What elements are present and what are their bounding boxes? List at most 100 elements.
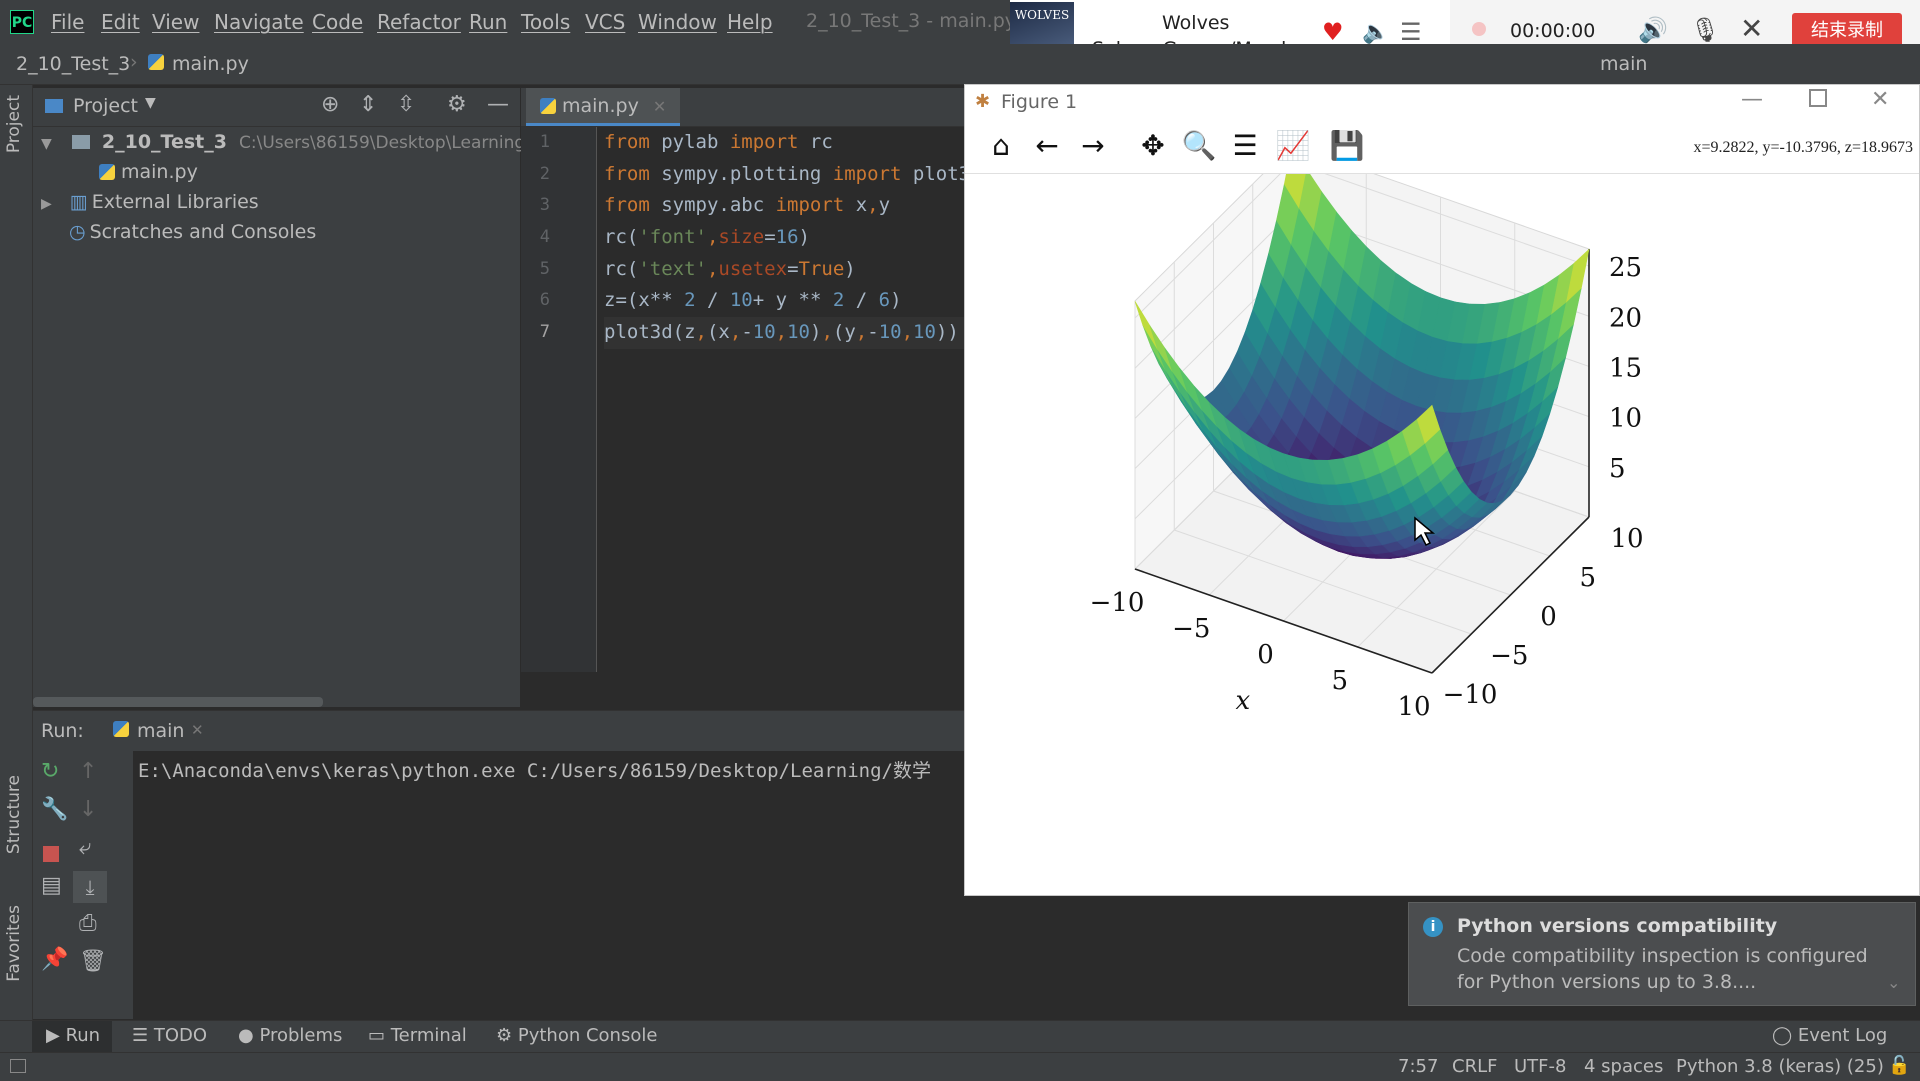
todo-tool-label: TODO (153, 1025, 208, 1046)
run-tool-tab[interactable]: ▶ Run (46, 1025, 100, 1046)
chevron-down-icon[interactable]: ▼ (145, 95, 156, 111)
python-interpreter[interactable]: Python 3.8 (keras) (25) (1676, 1056, 1884, 1077)
menu-view[interactable]: View (152, 10, 199, 34)
heart-icon[interactable]: ♥ (1322, 18, 1344, 46)
configure-subplots-icon[interactable]: ☰ (1225, 127, 1265, 165)
tree-root[interactable]: ▼ 2_10_Test_3 C:\Users\86159\Desktop\Lea… (41, 127, 531, 157)
print-icon[interactable]: ⎙ (79, 911, 97, 936)
forward-arrow-icon[interactable]: → (1073, 127, 1113, 165)
matplotlib-logo-icon: ✱ (975, 91, 991, 112)
problems-tool-tab[interactable]: ● Problems (238, 1025, 342, 1046)
line-number: 5 (539, 258, 550, 279)
run-output-console[interactable] (133, 751, 965, 1019)
caret-position[interactable]: 7:57 (1398, 1056, 1438, 1077)
soft-wrap-icon[interactable]: ⤶ (79, 835, 91, 860)
external-libraries-label: External Libraries (91, 191, 259, 213)
expand-arrow-icon[interactable]: ▶ (41, 196, 52, 212)
structure-tool-tab[interactable]: Structure (4, 775, 24, 854)
expand-arrow-icon[interactable]: ▼ (41, 136, 52, 152)
rerun-icon[interactable]: ↻ (41, 759, 59, 784)
pan-move-icon[interactable]: ✥ (1133, 127, 1173, 165)
breadcrumb-separator-icon: › (130, 51, 138, 73)
indent-setting[interactable]: 4 spaces (1584, 1056, 1663, 1077)
y-tick-label: 0 (1540, 602, 1557, 632)
layout-toggle-icon[interactable] (10, 1059, 26, 1073)
run-config-selector[interactable]: main (1600, 53, 1647, 75)
horizontal-scrollbar[interactable] (33, 697, 323, 707)
line-separator[interactable]: CRLF (1452, 1056, 1497, 1077)
notification-popup[interactable]: i Python versions compatibility Code com… (1408, 902, 1916, 1006)
code-editor[interactable]: from pylab import rc from sympy.plotting… (604, 127, 965, 672)
menu-edit[interactable]: Edit (101, 10, 140, 34)
expand-all-icon[interactable]: ⇕ (359, 92, 377, 117)
pin-icon[interactable]: 📌 (41, 947, 68, 972)
scroll-to-end-icon[interactable]: ⤓ (73, 871, 107, 903)
maximize-icon[interactable] (1809, 89, 1827, 107)
save-figure-icon[interactable]: 💾 (1327, 127, 1367, 165)
root-folder-path: C:\Users\86159\Desktop\Learning\ (239, 133, 531, 153)
file-encoding[interactable]: UTF-8 (1514, 1056, 1566, 1077)
favorites-tool-tab[interactable]: Favorites (4, 905, 24, 982)
zoom-magnifier-icon[interactable]: 🔍 (1179, 127, 1219, 165)
tree-scratches[interactable]: ◷ Scratches and Consoles (69, 217, 316, 247)
close-icon[interactable]: ✕ (1740, 12, 1763, 45)
breadcrumb-file[interactable]: main.py (172, 53, 249, 75)
back-arrow-icon[interactable]: ← (1027, 127, 1067, 165)
minimize-icon[interactable]: — (487, 92, 509, 117)
layout-icon[interactable]: ▤ (41, 873, 62, 898)
run-tab-main[interactable]: main (137, 720, 184, 742)
menu-help[interactable]: Help (727, 10, 773, 34)
close-icon[interactable]: ✕ (1871, 87, 1889, 112)
wrench-icon[interactable]: 🔧 (41, 797, 68, 822)
gear-icon[interactable]: ⚙ (447, 92, 467, 117)
todo-tool-tab[interactable]: ☰ TODO (132, 1025, 207, 1046)
y-tick-label: 10 (1610, 524, 1643, 554)
menu-code[interactable]: Code (312, 10, 363, 34)
menu-navigate[interactable]: Navigate (214, 10, 304, 34)
volume-icon[interactable]: 🔈 (1362, 20, 1389, 45)
x-tick-label: 5 (1331, 666, 1348, 696)
up-arrow-icon[interactable]: ↑ (79, 759, 97, 784)
figure-title: Figure 1 (1001, 91, 1078, 113)
close-tab-icon[interactable]: ✕ (191, 721, 204, 739)
home-icon[interactable]: ⌂ (981, 127, 1021, 165)
menu-vcs[interactable]: VCS (585, 10, 625, 34)
edit-axis-icon[interactable]: 📈 (1273, 127, 1313, 165)
terminal-tool-label: Terminal (390, 1025, 467, 1046)
project-tool-tab[interactable]: Project (4, 95, 24, 153)
stop-icon[interactable] (43, 846, 59, 862)
menu-tools[interactable]: Tools (521, 10, 570, 34)
run-command-line: E:\Anaconda\envs\keras\python.exe C:/Use… (138, 760, 931, 782)
terminal-tool-tab[interactable]: ▭ Terminal (368, 1025, 467, 1046)
speaker-icon[interactable]: 🔊 (1638, 16, 1668, 44)
close-tab-icon[interactable]: ✕ (653, 97, 666, 116)
editor-tab-main[interactable]: main.py ✕ (526, 88, 681, 126)
minimize-icon[interactable]: — (1741, 87, 1763, 112)
lock-icon[interactable]: 🔓 (1888, 1055, 1910, 1076)
expand-chevron-icon[interactable]: ⌄ (1887, 973, 1900, 992)
locate-icon[interactable]: ⊕ (321, 92, 339, 117)
run-toolbar: ↻ ↑ 🔧 ↓ ⤶ ⤓ ▤ ⎙ 📌 🗑 (33, 751, 133, 1019)
python-file-icon (148, 54, 164, 70)
playlist-icon[interactable]: ☰ (1400, 18, 1422, 46)
menu-refactor[interactable]: Refactor (377, 10, 461, 34)
surface-plot-canvas[interactable]: −10−50510 −10−50510510152025 x (965, 174, 1919, 894)
tree-file-main[interactable]: main.py (99, 157, 198, 187)
menu-window[interactable]: Window (638, 10, 717, 34)
collapse-all-icon[interactable]: ⇳ (397, 92, 415, 117)
microphone-icon[interactable]: 🎙 (1690, 16, 1720, 44)
python-console-tool-tab[interactable]: ⚙ Python Console (496, 1025, 657, 1046)
tool-window-bar: ▶ Run ☰ TODO ● Problems ▭ Terminal ⚙ Pyt… (0, 1020, 1920, 1053)
tree-external-libraries[interactable]: ▶ ▥ External Libraries (41, 187, 259, 217)
scratches-icon: ◷ (69, 221, 86, 243)
menu-file[interactable]: File (51, 10, 84, 34)
menu-run[interactable]: Run (469, 10, 507, 34)
event-log-tab[interactable]: ◯ Event Log (1772, 1025, 1887, 1046)
down-arrow-icon[interactable]: ↓ (79, 797, 97, 822)
event-log-label: Event Log (1797, 1025, 1888, 1046)
tree-file-label: main.py (121, 161, 198, 183)
trash-icon[interactable]: 🗑 (79, 949, 107, 974)
breadcrumb-project[interactable]: 2_10_Test_3 (16, 53, 130, 75)
project-view-selector[interactable]: Project (73, 95, 138, 117)
line-number: 2 (539, 163, 550, 184)
